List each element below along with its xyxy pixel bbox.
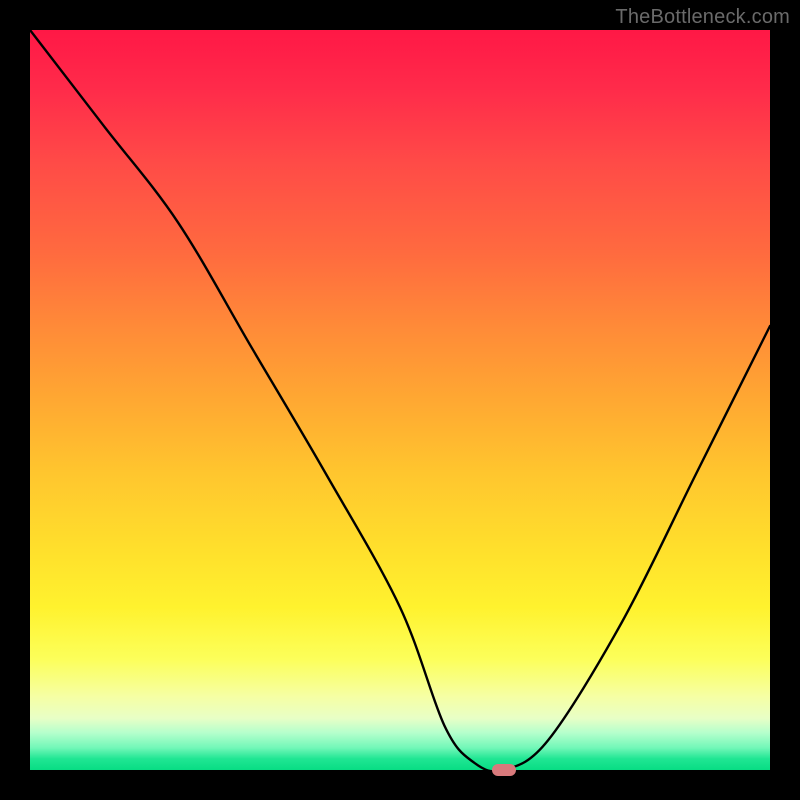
watermark-text: TheBottleneck.com: [615, 6, 790, 29]
chart-frame: TheBottleneck.com: [0, 0, 800, 800]
optimal-marker: [492, 764, 516, 776]
bottleneck-curve: [30, 30, 770, 770]
plot-area: [30, 30, 770, 770]
